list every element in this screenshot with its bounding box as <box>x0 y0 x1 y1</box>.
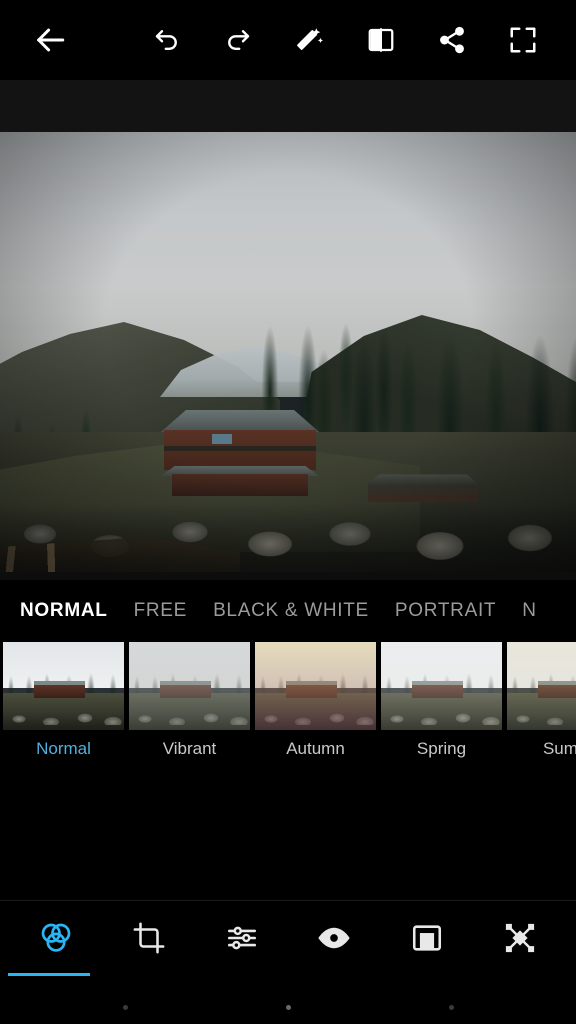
active-tool-indicator <box>8 973 90 976</box>
arrow-back-icon[interactable] <box>22 13 78 67</box>
filter-thumb-spring[interactable]: Spring <box>381 642 502 759</box>
filter-thumb-preview <box>129 642 250 730</box>
filter-category-tabs[interactable]: NORMAL FREE BLACK & WHITE PORTRAIT N <box>0 580 576 642</box>
magic-wand-icon[interactable] <box>282 13 336 67</box>
filter-thumb-label: Spring <box>416 739 467 758</box>
filter-thumb-vibrant[interactable]: Vibrant <box>129 642 250 759</box>
undo-icon[interactable] <box>140 13 194 67</box>
fullscreen-icon[interactable] <box>496 13 550 67</box>
filter-category-free[interactable]: FREE <box>134 600 213 622</box>
filter-thumbnail-strip[interactable]: Normal Vibrant Autumn Spring Sum <box>0 642 576 759</box>
filter-thumb-preview <box>255 642 376 730</box>
compare-icon[interactable] <box>354 13 408 67</box>
stage-bottom-gap <box>0 572 576 580</box>
filter-thumb-preview <box>381 642 502 730</box>
filter-category-black-and-white[interactable]: BLACK & WHITE <box>213 600 395 622</box>
share-icon[interactable] <box>425 13 479 67</box>
filter-thumb-normal[interactable]: Normal <box>3 642 124 759</box>
filter-category-normal[interactable]: NORMAL <box>20 600 134 622</box>
photo-editor-app: NORMAL FREE BLACK & WHITE PORTRAIT N Nor… <box>0 0 576 1024</box>
adjust-sliders-icon[interactable] <box>195 901 288 975</box>
pager-dot <box>122 1005 128 1010</box>
stage-top-gap <box>0 80 576 132</box>
redo-icon[interactable] <box>211 13 265 67</box>
filter-thumb-label: Summ <box>542 739 576 758</box>
photo-vignette <box>0 132 576 572</box>
filter-thumb-summer[interactable]: Summ <box>507 642 576 759</box>
filter-category-next[interactable]: N <box>522 600 562 622</box>
pager-dots <box>0 1005 576 1010</box>
top-tool-group <box>140 13 554 67</box>
photo-stage[interactable] <box>0 80 576 580</box>
filter-category-portrait[interactable]: PORTRAIT <box>395 600 522 622</box>
pager-dot-active <box>285 1005 291 1010</box>
filter-thumb-preview <box>507 642 576 730</box>
bottom-tool-group <box>0 901 576 975</box>
filter-thumb-preview <box>3 642 124 730</box>
bottom-toolbar <box>0 900 576 1024</box>
filter-thumb-label: Vibrant <box>162 739 217 758</box>
eye-icon[interactable] <box>288 901 381 975</box>
top-toolbar <box>0 0 576 80</box>
frame-icon[interactable] <box>381 901 474 975</box>
pager-dot <box>448 1005 454 1010</box>
filter-thumb-label: Normal <box>36 739 91 758</box>
crop-icon[interactable] <box>103 901 196 975</box>
effects-icon[interactable] <box>473 901 566 975</box>
edited-photo[interactable] <box>0 132 576 572</box>
filter-thumb-label: Autumn <box>286 739 345 758</box>
filters-icon[interactable] <box>10 901 103 975</box>
filter-thumb-autumn[interactable]: Autumn <box>255 642 376 759</box>
